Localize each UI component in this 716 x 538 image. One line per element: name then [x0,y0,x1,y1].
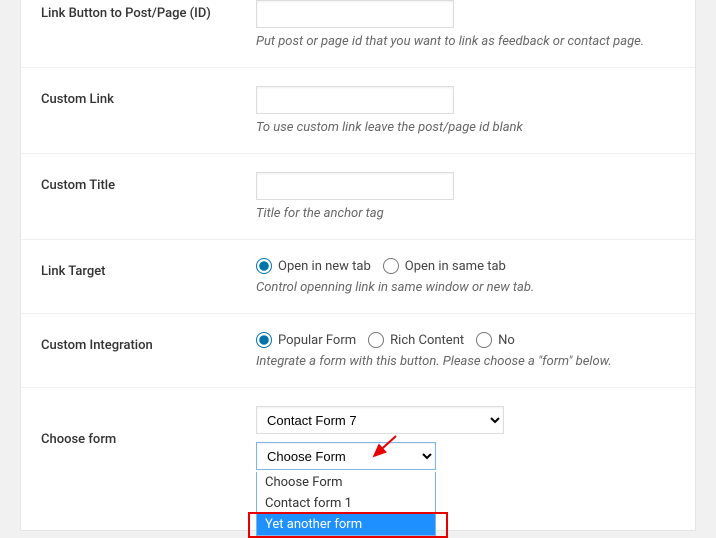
row-custom-link: Custom Link To use custom link leave the… [21,68,695,154]
row-link-target: Link Target Open in new tab Open in same… [21,240,695,314]
settings-form-table: Link Button to Post/Page (ID) Put post o… [20,0,696,531]
row-custom-title: Custom Title Title for the anchor tag [21,154,695,240]
radio-group-link-target: Open in new tab Open in same tab [256,258,675,274]
row-link-button-id: Link Button to Post/Page (ID) Put post o… [21,0,695,68]
label-custom-integration: Custom Integration [21,332,256,369]
row-choose-form: Choose form Contact Form 7 Choose Form C… [21,388,695,530]
field-link-button-id: Put post or page id that you want to lin… [256,0,695,49]
desc-link-button-id: Put post or page id that you want to lin… [256,34,675,49]
input-custom-link[interactable] [256,86,454,114]
label-choose-form: Choose form [21,406,256,470]
radio-rich-content[interactable] [368,332,384,348]
radio-popular-form[interactable] [256,332,272,348]
field-custom-integration: Popular Form Rich Content No Integrate a… [256,332,695,369]
desc-custom-integration: Integrate a form with this button. Pleas… [256,354,675,369]
radio-item-popular-form[interactable]: Popular Form [256,332,356,348]
label-custom-link: Custom Link [21,86,256,135]
field-custom-title: Title for the anchor tag [256,172,695,221]
dropdown-choose-form: Choose Form Contact form 1 Yet another f… [256,472,436,536]
select-choose-form[interactable]: Choose Form [256,442,436,470]
radio-item-same-tab[interactable]: Open in same tab [383,258,506,274]
radio-label-no: No [498,333,515,348]
dropdown-item-1[interactable]: Contact form 1 [257,493,435,514]
label-custom-title: Custom Title [21,172,256,221]
radio-label-new-tab: Open in new tab [278,259,371,274]
field-link-target: Open in new tab Open in same tab Control… [256,258,695,295]
radio-same-tab[interactable] [383,258,399,274]
radio-label-same-tab: Open in same tab [405,259,506,274]
radio-label-rich-content: Rich Content [390,333,464,348]
row-custom-integration: Custom Integration Popular Form Rich Con… [21,314,695,388]
input-link-button-id[interactable] [256,0,454,28]
radio-new-tab[interactable] [256,258,272,274]
select-form-plugin[interactable]: Contact Form 7 [256,406,504,434]
radio-item-no[interactable]: No [476,332,515,348]
radio-item-new-tab[interactable]: Open in new tab [256,258,371,274]
desc-custom-link: To use custom link leave the post/page i… [256,120,675,135]
radio-label-popular-form: Popular Form [278,333,356,348]
desc-link-target: Control openning link in same window or … [256,280,675,295]
dropdown-item-0[interactable]: Choose Form [257,472,435,493]
dropdown-item-2[interactable]: Yet another form [257,514,435,535]
desc-custom-title: Title for the anchor tag [256,206,675,221]
input-custom-title[interactable] [256,172,454,200]
radio-item-rich-content[interactable]: Rich Content [368,332,464,348]
field-choose-form: Contact Form 7 Choose Form Choose Form C… [256,406,695,470]
label-link-button-id: Link Button to Post/Page (ID) [21,0,256,49]
radio-no[interactable] [476,332,492,348]
radio-group-integration: Popular Form Rich Content No [256,332,675,348]
field-custom-link: To use custom link leave the post/page i… [256,86,695,135]
label-link-target: Link Target [21,258,256,295]
